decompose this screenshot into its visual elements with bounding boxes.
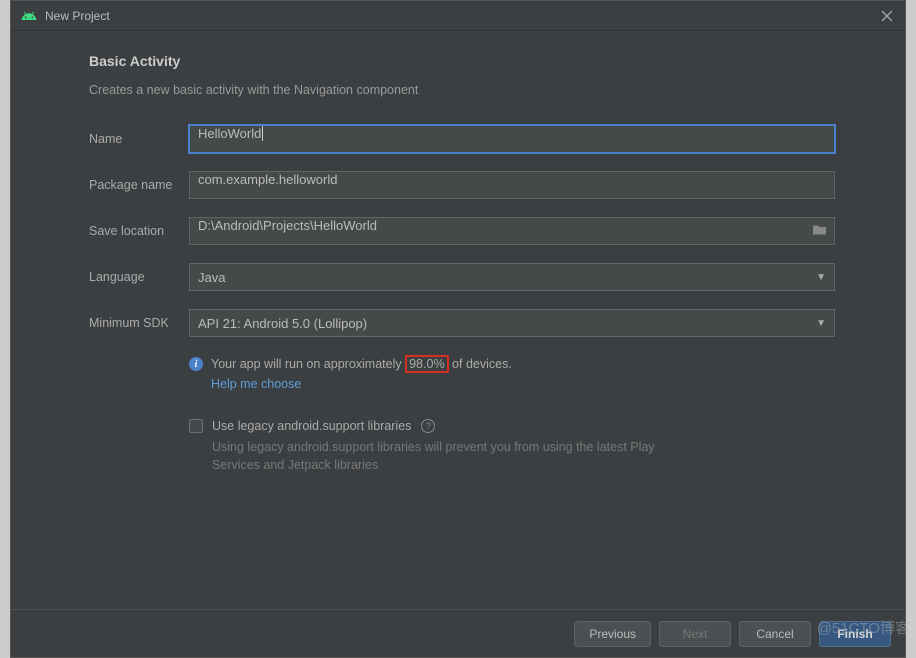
android-icon	[21, 8, 37, 24]
location-row: Save location D:\Android\Projects\HelloW…	[89, 217, 835, 245]
language-label: Language	[89, 270, 189, 284]
location-input[interactable]: D:\Android\Projects\HelloWorld	[189, 217, 835, 245]
package-input[interactable]: com.example.helloworld	[189, 171, 835, 199]
chevron-down-icon: ▼	[816, 318, 826, 329]
help-icon[interactable]: ?	[421, 419, 435, 433]
name-label: Name	[89, 132, 189, 146]
package-label: Package name	[89, 178, 189, 192]
page-subheading: Creates a new basic activity with the Na…	[89, 83, 835, 97]
new-project-dialog: New Project Basic Activity Creates a new…	[10, 0, 906, 658]
dialog-title: New Project	[45, 9, 110, 23]
chevron-down-icon: ▼	[816, 272, 826, 283]
dialog-content: Basic Activity Creates a new basic activ…	[11, 31, 905, 609]
language-row: Language Java ▼	[89, 263, 835, 291]
legacy-help-text: Using legacy android.support libraries w…	[212, 438, 682, 474]
next-button: Next	[659, 621, 731, 647]
legacy-checkbox-label: Use legacy android.support libraries	[212, 419, 411, 433]
folder-icon[interactable]	[812, 224, 827, 239]
location-label: Save location	[89, 224, 189, 238]
minsdk-label: Minimum SDK	[89, 316, 189, 330]
device-coverage-info: i Your app will run on approximately 98.…	[189, 355, 835, 373]
page-heading: Basic Activity	[89, 53, 835, 69]
name-input[interactable]: HelloWorld	[189, 125, 835, 153]
percent-highlight: 98.0%	[405, 355, 448, 373]
close-icon[interactable]	[879, 8, 895, 24]
info-icon: i	[189, 357, 203, 371]
language-select[interactable]: Java ▼	[189, 263, 835, 291]
previous-button[interactable]: Previous	[574, 621, 651, 647]
finish-button[interactable]: Finish	[819, 621, 891, 647]
name-row: Name HelloWorld	[89, 125, 835, 153]
info-section: i Your app will run on approximately 98.…	[189, 355, 835, 391]
cancel-button[interactable]: Cancel	[739, 621, 811, 647]
minsdk-row: Minimum SDK API 21: Android 5.0 (Lollipo…	[89, 309, 835, 337]
legacy-checkbox[interactable]	[189, 419, 203, 433]
minsdk-select[interactable]: API 21: Android 5.0 (Lollipop) ▼	[189, 309, 835, 337]
package-row: Package name com.example.helloworld	[89, 171, 835, 199]
titlebar: New Project	[11, 1, 905, 31]
help-me-choose-link[interactable]: Help me choose	[211, 377, 835, 391]
legacy-row: Use legacy android.support libraries ?	[189, 419, 835, 433]
dialog-footer: Previous Next Cancel Finish	[11, 609, 905, 657]
